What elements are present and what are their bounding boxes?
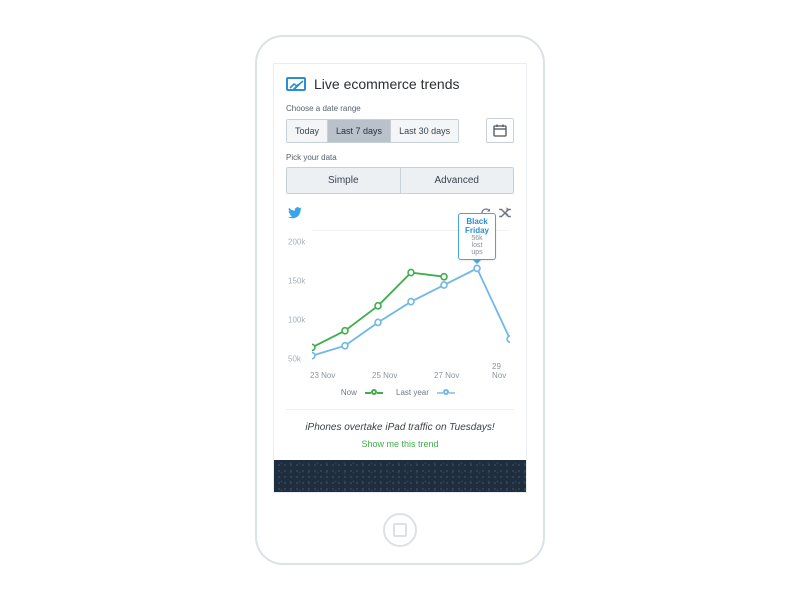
chart: 200k 150k 100k 50k Black Friday 56k lost… — [286, 230, 514, 380]
shuffle-icon[interactable] — [498, 206, 512, 224]
data-mode-label: Pick your data — [286, 153, 514, 162]
calendar-icon — [493, 124, 507, 137]
home-button[interactable] — [383, 513, 417, 547]
tab-advanced[interactable]: Advanced — [400, 168, 514, 193]
date-range-today[interactable]: Today — [287, 120, 328, 142]
y-tick-200k: 200k — [288, 238, 305, 247]
chart-tooltip: Black Friday 56k lost ups — [458, 213, 496, 260]
insight-card: iPhones overtake iPad traffic on Tuesday… — [286, 409, 514, 465]
chart-icon — [286, 77, 306, 91]
x-tick-0: 23 Nov — [310, 371, 335, 380]
chart-legend: Now Last year — [286, 388, 514, 397]
date-range-label: Choose a date range — [286, 104, 514, 113]
legend-lastyear-label: Last year — [396, 388, 429, 397]
twitter-icon[interactable] — [288, 206, 302, 224]
date-range-30days[interactable]: Last 30 days — [391, 120, 458, 142]
data-mode-tabs: Simple Advanced — [286, 167, 514, 194]
x-tick-1: 25 Nov — [372, 371, 397, 380]
y-tick-100k: 100k — [288, 316, 305, 325]
calendar-button[interactable] — [486, 118, 514, 143]
tab-simple[interactable]: Simple — [287, 168, 400, 193]
plot-area: Black Friday 56k lost ups — [312, 230, 510, 364]
page-title: Live ecommerce trends — [314, 76, 460, 92]
tooltip-subtitle: 56k lost ups — [465, 235, 489, 256]
legend-now-label: Now — [341, 388, 357, 397]
y-tick-50k: 50k — [288, 355, 301, 364]
date-range-7days[interactable]: Last 7 days — [328, 120, 391, 142]
x-tick-3: 29 Nov — [492, 362, 514, 380]
tooltip-title: Black Friday — [465, 217, 489, 235]
screen: Live ecommerce trends Choose a date rang… — [273, 63, 527, 493]
x-tick-2: 27 Nov — [434, 371, 459, 380]
y-tick-150k: 150k — [288, 277, 305, 286]
insight-cta[interactable]: Show me this trend — [292, 439, 508, 449]
device-frame: Live ecommerce trends Choose a date rang… — [255, 35, 545, 565]
footer-band — [274, 460, 526, 492]
date-range-segmented: Today Last 7 days Last 30 days — [286, 119, 459, 143]
insight-headline: iPhones overtake iPad traffic on Tuesday… — [292, 422, 508, 433]
